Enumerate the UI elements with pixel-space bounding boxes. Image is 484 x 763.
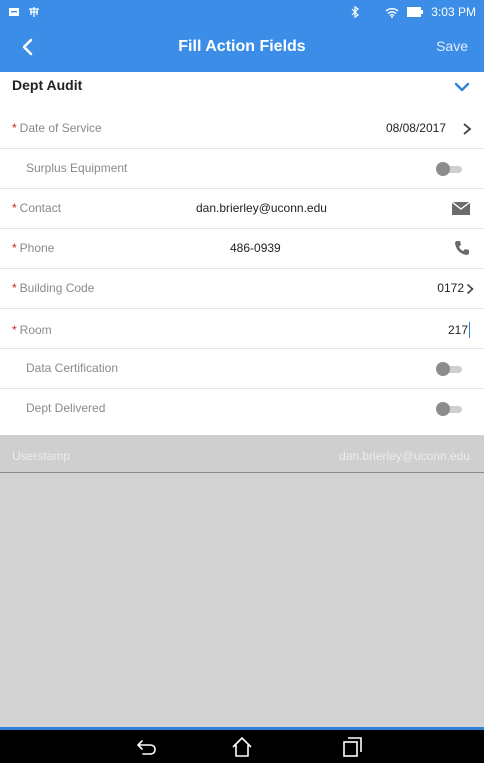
status-left-icons: [8, 6, 58, 18]
keyboard-icon: [29, 7, 39, 17]
required-marker: *: [12, 241, 17, 255]
building-code-value[interactable]: 0172: [437, 281, 464, 295]
room-row[interactable]: * Room 217: [0, 309, 484, 349]
surplus-equipment-label: Surplus Equipment: [26, 161, 128, 175]
bluetooth-icon: [351, 6, 360, 18]
contact-label-text: Contact: [19, 201, 62, 215]
room-label: * Room: [12, 323, 52, 337]
building-code-label-text: Building Code: [19, 281, 95, 295]
contact-label: * Contact: [12, 201, 61, 215]
app-bar: Fill Action Fields Save: [0, 24, 484, 72]
toggle-knob: [436, 362, 450, 376]
nav-home-icon[interactable]: [231, 736, 253, 758]
page-title: Fill Action Fields: [178, 38, 306, 55]
required-marker: *: [12, 201, 17, 215]
required-marker: *: [12, 121, 17, 135]
text-cursor: [469, 322, 470, 338]
building-code-label: * Building Code: [12, 281, 94, 295]
surplus-equipment-toggle[interactable]: [436, 162, 462, 176]
wifi-icon: [385, 7, 399, 18]
phone-icon[interactable]: [454, 240, 470, 256]
date-of-service-value[interactable]: 08/08/2017: [386, 121, 446, 135]
system-nav-bar: [0, 730, 484, 763]
toggle-knob: [436, 402, 450, 416]
contact-value[interactable]: dan.brierley@uconn.edu: [196, 201, 327, 215]
save-button[interactable]: Save: [436, 38, 468, 54]
nav-back-icon[interactable]: [136, 736, 158, 758]
status-right-icons: 3:03 PM: [351, 5, 476, 19]
userstamp-value: dan.brierley@uconn.edu: [339, 449, 470, 463]
phone-label: * Phone: [12, 241, 54, 255]
status-time: 3:03 PM: [431, 5, 476, 19]
surplus-equipment-row: Surplus Equipment: [0, 149, 484, 189]
section-title: Dept Audit: [12, 77, 83, 93]
action-fields-form: * Date of Service 08/08/2017 Surplus Equi…: [0, 109, 484, 435]
nav-recents-icon[interactable]: [341, 736, 363, 758]
contact-row[interactable]: * Contact dan.brierley@uconn.edu: [0, 189, 484, 229]
section-header[interactable]: Dept Audit: [0, 72, 484, 109]
dept-delivered-row: Dept Delivered: [0, 389, 484, 429]
date-of-service-label-text: Date of Service: [19, 121, 102, 135]
required-marker: *: [12, 323, 17, 337]
toggle-knob: [436, 162, 450, 176]
data-certification-row: Data Certification: [0, 349, 484, 389]
phone-label-text: Phone: [19, 241, 55, 255]
data-certification-label: Data Certification: [26, 361, 119, 375]
chevron-right-icon[interactable]: [462, 122, 472, 136]
mail-icon[interactable]: [452, 202, 470, 215]
userstamp-row: Userstamp dan.brierley@uconn.edu: [0, 435, 484, 473]
room-label-text: Room: [19, 323, 52, 337]
moon-status-icon: [369, 7, 376, 18]
moon-icon: [50, 7, 56, 18]
building-code-row[interactable]: * Building Code 0172: [0, 269, 484, 309]
dept-delivered-label: Dept Delivered: [26, 401, 106, 415]
status-bar: 3:03 PM: [0, 0, 484, 24]
chevron-down-icon[interactable]: [454, 80, 470, 94]
dept-delivered-toggle[interactable]: [436, 402, 462, 416]
room-input[interactable]: 217: [448, 323, 468, 337]
required-marker: *: [12, 281, 17, 295]
phone-value[interactable]: 486-0939: [230, 241, 281, 255]
battery-icon: [407, 7, 424, 17]
notification-icon: [9, 8, 19, 16]
date-of-service-label: * Date of Service: [12, 121, 102, 135]
chevron-right-icon[interactable]: [466, 283, 474, 295]
date-of-service-row[interactable]: * Date of Service 08/08/2017: [0, 109, 484, 149]
phone-row[interactable]: * Phone 486-0939: [0, 229, 484, 269]
data-certification-toggle[interactable]: [436, 362, 462, 376]
userstamp-label: Userstamp: [12, 449, 71, 463]
